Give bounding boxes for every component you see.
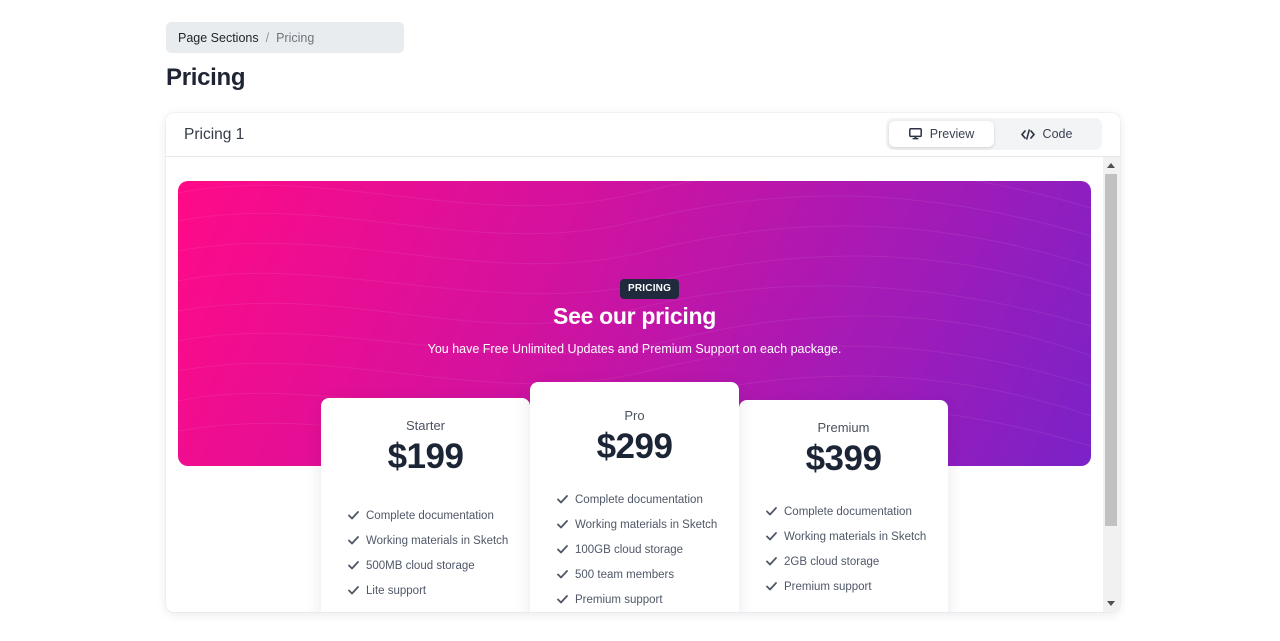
feature-label: 500 team members	[575, 568, 675, 581]
preview-tab[interactable]: Preview	[889, 121, 994, 147]
feature-item: Complete documentation	[557, 487, 739, 512]
check-icon	[557, 570, 568, 579]
scroll-down-arrow-icon[interactable]	[1107, 601, 1115, 606]
feature-item: Lite support	[348, 578, 530, 603]
plan-price: $199	[387, 437, 464, 476]
feature-list: Complete documentation Working materials…	[530, 487, 739, 612]
code-tab-label: Code	[1042, 127, 1073, 141]
preview-scrollbar[interactable]	[1103, 157, 1120, 612]
scroll-up-arrow-icon[interactable]	[1107, 163, 1115, 168]
feature-label: Complete documentation	[575, 493, 703, 506]
plan-price: $299	[596, 427, 673, 466]
breadcrumb-link-page-sections[interactable]: Page Sections	[178, 31, 259, 45]
scrollbar-thumb[interactable]	[1105, 174, 1117, 526]
plan-card-pro: Pro $299 Complete documentation Working …	[530, 382, 739, 612]
hero-subtitle: You have Free Unlimited Updates and Prem…	[427, 342, 842, 356]
feature-label: Working materials in Sketch	[784, 530, 927, 543]
card-header: Pricing 1 Preview Code	[166, 113, 1120, 157]
feature-item: Working materials in Sketch	[766, 524, 948, 549]
card-title: Pricing 1	[184, 126, 245, 143]
plan-card-premium: Premium $399 Complete documentation Work…	[739, 400, 948, 612]
code-tab[interactable]: Code	[994, 121, 1099, 147]
check-icon	[348, 561, 359, 570]
check-icon	[557, 545, 568, 554]
feature-item: 100GB cloud storage	[557, 537, 739, 562]
monitor-icon	[908, 128, 922, 140]
view-toggle: Preview Code	[886, 118, 1102, 150]
check-icon	[348, 586, 359, 595]
check-icon	[766, 507, 777, 516]
breadcrumb-current: Pricing	[276, 30, 315, 45]
check-icon	[766, 532, 777, 541]
feature-list: Complete documentation Working materials…	[321, 503, 530, 603]
plan-name: Premium	[817, 420, 870, 435]
hero-title: See our pricing	[553, 303, 716, 329]
feature-item: 2GB cloud storage	[766, 549, 948, 574]
feature-item: Working materials in Sketch	[557, 512, 739, 537]
check-icon	[348, 511, 359, 520]
preview-tab-label: Preview	[929, 127, 975, 141]
feature-item: 500MB cloud storage	[348, 553, 530, 578]
preview-frame[interactable]: PRICING See our pricing You have Free Un…	[166, 157, 1120, 612]
feature-label: Complete documentation	[366, 509, 494, 522]
feature-label: 100GB cloud storage	[575, 543, 684, 556]
plan-name: Pro	[624, 408, 645, 423]
plan-name: Starter	[405, 418, 445, 433]
code-icon	[1020, 128, 1035, 140]
plan-card-starter: Starter $199 Complete documentation Work…	[321, 398, 530, 612]
plan-price: $399	[805, 439, 882, 478]
feature-label: Working materials in Sketch	[366, 534, 509, 547]
feature-label: Working materials in Sketch	[575, 518, 718, 531]
pricing-badge: PRICING	[620, 279, 680, 299]
check-icon	[557, 520, 568, 529]
feature-label: 2GB cloud storage	[784, 555, 880, 568]
check-icon	[557, 495, 568, 504]
feature-label: Complete documentation	[784, 505, 912, 518]
feature-label: Premium support	[784, 580, 872, 593]
feature-item: Premium support	[557, 587, 739, 612]
breadcrumb: Page Sections / Pricing	[166, 22, 404, 53]
feature-item: Premium support	[766, 574, 948, 599]
check-icon	[766, 557, 777, 566]
feature-item: Working materials in Sketch	[348, 528, 530, 553]
feature-label: 500MB cloud storage	[366, 559, 475, 572]
feature-item: 500 team members	[557, 562, 739, 587]
feature-item: Complete documentation	[766, 499, 948, 524]
feature-item: Complete documentation	[348, 503, 530, 528]
pricing-example-card: Pricing 1 Preview Code PRICING See our p…	[166, 113, 1120, 612]
feature-label: Premium support	[575, 593, 663, 606]
feature-label: Lite support	[366, 584, 427, 597]
breadcrumb-separator: /	[265, 30, 270, 45]
check-icon	[557, 595, 568, 604]
page-title: Pricing	[166, 64, 246, 91]
check-icon	[766, 582, 777, 591]
check-icon	[348, 536, 359, 545]
feature-list: Complete documentation Working materials…	[739, 499, 948, 599]
